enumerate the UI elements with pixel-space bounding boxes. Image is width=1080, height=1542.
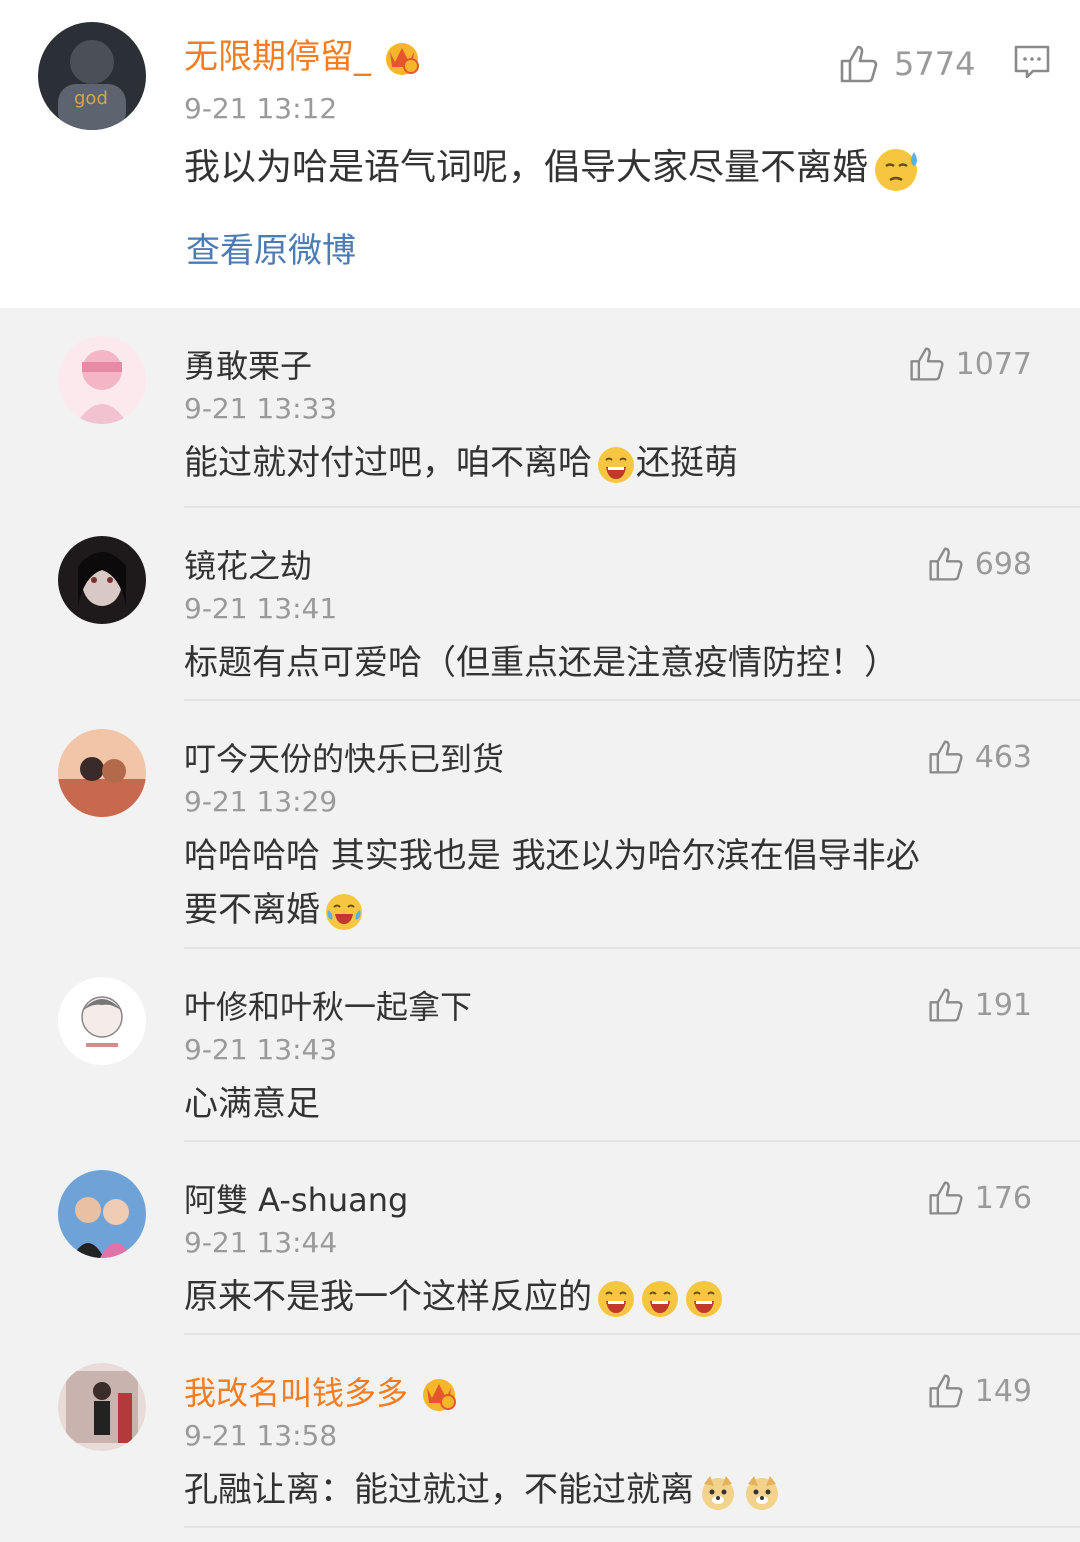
- doge-emoji-icon: [698, 1472, 738, 1512]
- like-count: 5774: [894, 45, 976, 83]
- comment-time: 9-21 13:41: [184, 592, 338, 625]
- like-count: 698: [974, 546, 1032, 582]
- avatar[interactable]: [58, 336, 146, 424]
- comment-text-content: 孔融让离：能过就过，不能过就离: [184, 1470, 694, 1510]
- avatar[interactable]: god: [38, 22, 146, 130]
- like-button[interactable]: 1077: [908, 342, 1032, 386]
- comment-text: 能过就对付过吧，咱不离哈 还挺萌: [184, 436, 1024, 490]
- thumbs-up-icon: [929, 547, 963, 581]
- comment-text: 原来不是我一个这样反应的: [184, 1270, 1024, 1324]
- like-count: 1077: [955, 346, 1032, 382]
- comment-time: 9-21 13:43: [184, 1033, 338, 1066]
- comment-text: 心满意足: [184, 1084, 320, 1124]
- reply-item: 我改名叫钱多多 9-21 13:58 孔融让离：能过就过，不能过就离 149: [0, 1335, 1080, 1528]
- sweat-emoji-icon: [872, 142, 924, 194]
- like-count: 176: [974, 1180, 1032, 1216]
- like-button[interactable]: 5774: [838, 42, 975, 86]
- like-count: 463: [974, 739, 1032, 775]
- comment-text-tail: 还挺萌: [636, 443, 738, 483]
- like-button[interactable]: 698: [927, 542, 1032, 586]
- comment-text: 标题有点可爱哈（但重点还是注意疫情防控！）: [184, 643, 898, 683]
- comment-text: 孔融让离：能过就过，不能过就离: [184, 1463, 1024, 1517]
- reply-item: 镜花之劫 9-21 13:41 标题有点可爱哈（但重点还是注意疫情防控！） 69…: [0, 508, 1080, 701]
- divider: [184, 1526, 1080, 1528]
- thumbs-up-icon: [840, 45, 878, 83]
- laugh-emoji-icon: [596, 1279, 636, 1319]
- thumbs-up-icon: [929, 1181, 963, 1215]
- author-name[interactable]: 阿雙 A-shuang: [184, 1178, 408, 1222]
- reply-item: 阿雙 A-shuang 9-21 13:44 原来不是我一个这样反应的 176: [0, 1142, 1080, 1335]
- comment-text: 我以为哈是语气词呢，倡导大家尽量不离婚: [184, 142, 924, 194]
- laugh-emoji-icon: [596, 445, 636, 485]
- doge-emoji-icon: [742, 1472, 782, 1512]
- comment-time: 9-21 13:33: [184, 392, 338, 425]
- like-button[interactable]: 191: [927, 983, 1032, 1027]
- comment-text-line: 哈哈哈哈 其实我也是 我还以为哈尔滨在倡导非必: [184, 836, 920, 876]
- thumbs-up-icon: [929, 1374, 963, 1408]
- avatar[interactable]: [58, 729, 146, 817]
- reply-item: 叶修和叶秋一起拿下 9-21 13:43 心满意足 191: [0, 949, 1080, 1142]
- comment-icon: [1014, 45, 1050, 79]
- svg-text:god: god: [74, 88, 108, 109]
- comment-time: 9-21 13:44: [184, 1226, 338, 1259]
- thumbs-up-icon: [910, 347, 944, 381]
- avatar[interactable]: [58, 977, 146, 1065]
- avatar[interactable]: [58, 1170, 146, 1258]
- crying-laughing-emoji-icon: [324, 892, 364, 932]
- comment-text-content: 我以为哈是语气词呢，倡导大家尽量不离婚: [184, 147, 869, 188]
- reply-button[interactable]: [1013, 44, 1051, 80]
- author-name[interactable]: 叮今天份的快乐已到货: [184, 737, 504, 781]
- laugh-emoji-icon: [684, 1279, 724, 1319]
- author-name[interactable]: 镜花之劫: [184, 544, 312, 588]
- comment-text-content: 能过就对付过吧，咱不离哈: [184, 443, 592, 483]
- like-count: 149: [974, 1373, 1032, 1409]
- like-button[interactable]: 149: [927, 1369, 1032, 1413]
- comment-text-content: 原来不是我一个这样反应的: [184, 1277, 592, 1317]
- comment-time: 9-21 13:58: [184, 1419, 338, 1452]
- vip-crown-icon: [418, 1372, 460, 1414]
- author-name[interactable]: 我改名叫钱多多: [184, 1371, 460, 1415]
- vip-crown-icon: [381, 36, 423, 78]
- author-name-text[interactable]: 我改名叫钱多多: [184, 1371, 408, 1415]
- author-name[interactable]: 勇敢栗子: [184, 344, 312, 388]
- comment-text-line: 要不离婚: [184, 883, 1024, 937]
- comment-text: 哈哈哈哈 其实我也是 我还以为哈尔滨在倡导非必 要不离婚: [184, 829, 1024, 937]
- comment-time: 9-21 13:29: [184, 785, 338, 818]
- author-name[interactable]: 无限期停留_: [184, 34, 423, 80]
- view-original-link[interactable]: 查看原微博: [186, 228, 356, 274]
- like-button[interactable]: 463: [927, 735, 1032, 779]
- reply-item: 叮今天份的快乐已到货 9-21 13:29 哈哈哈哈 其实我也是 我还以为哈尔滨…: [0, 701, 1080, 949]
- laugh-emoji-icon: [640, 1279, 680, 1319]
- author-name-text[interactable]: 无限期停留_: [184, 34, 371, 80]
- like-button[interactable]: 176: [927, 1176, 1032, 1220]
- reply-item: 勇敢栗子 9-21 13:33 能过就对付过吧，咱不离哈 还挺萌 1077: [0, 308, 1080, 508]
- thumbs-up-icon: [929, 740, 963, 774]
- avatar[interactable]: [58, 1363, 146, 1451]
- thumbs-up-icon: [929, 988, 963, 1022]
- author-name[interactable]: 叶修和叶秋一起拿下: [184, 985, 472, 1029]
- comment-time: 9-21 13:12: [184, 92, 338, 125]
- avatar[interactable]: [58, 536, 146, 624]
- original-comment: god 无限期停留_ 9-21 13:12 我以为哈是语气词呢，倡导大家尽量不离…: [0, 0, 1080, 308]
- like-count: 191: [974, 987, 1032, 1023]
- comment-text-content: 要不离婚: [184, 890, 320, 930]
